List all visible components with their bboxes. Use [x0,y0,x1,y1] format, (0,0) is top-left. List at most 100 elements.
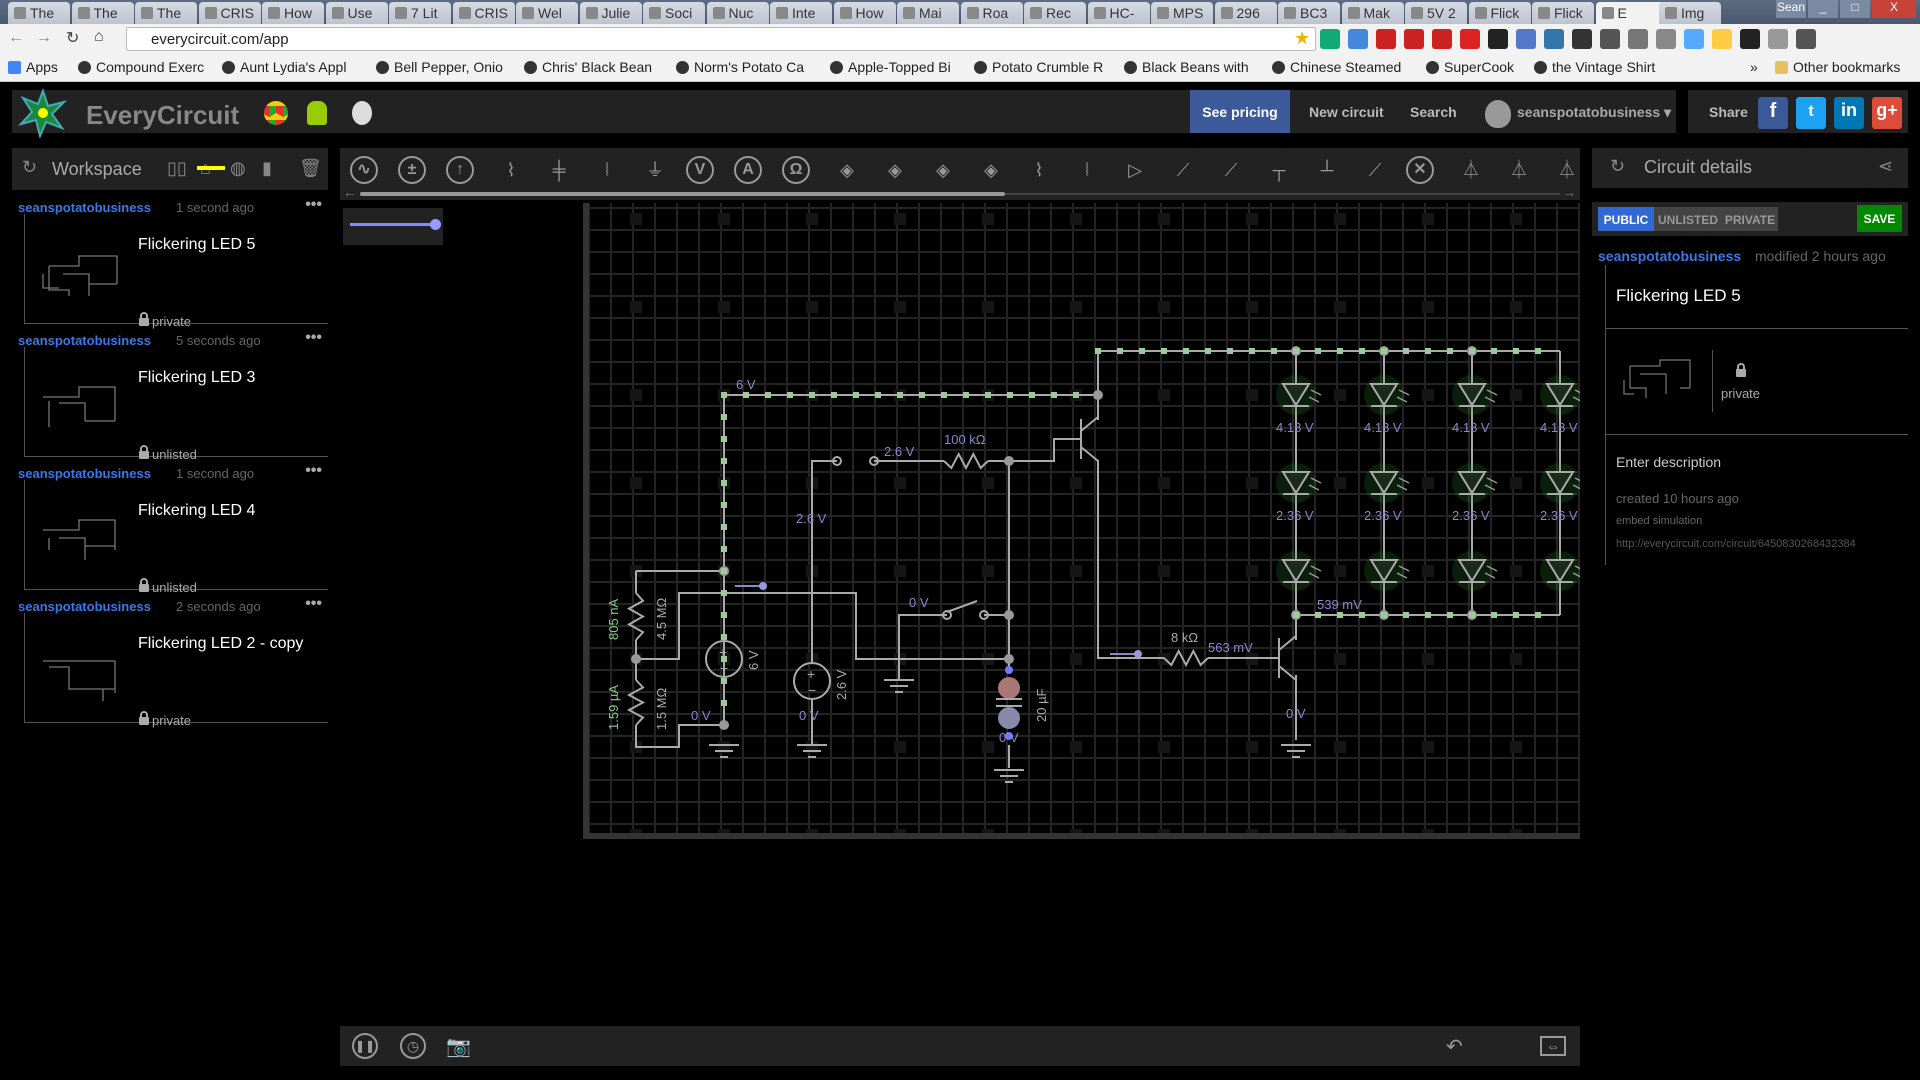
camera-icon[interactable]: 📷 [446,1034,471,1059]
browser-tab[interactable]: E [1595,2,1664,24]
bookmark-item[interactable]: Compound Exerc [78,59,204,75]
browser-tab[interactable]: The [8,2,70,24]
browser-tab[interactable]: Flick [1532,2,1594,24]
push-button-nc-icon[interactable]: ┴ [1310,153,1344,187]
address-bar[interactable]: everycircuit.com/app [126,27,1316,51]
resistor[interactable] [626,592,646,641]
item-owner-link[interactable]: seanspotatobusiness [18,333,151,348]
item-title[interactable]: Flickering LED 5 [138,236,255,254]
browser-tab[interactable]: How [833,2,896,24]
google-plus-icon[interactable]: g+ [1872,97,1902,129]
workspace-item[interactable]: seanspotatobusiness 2 seconds ago ••• Flick… [18,595,328,732]
probe[interactable] [735,582,767,590]
vccs-icon[interactable]: ◈ [878,153,912,187]
ground-symbol[interactable] [884,679,914,693]
minimize-button[interactable]: _ [1808,0,1838,18]
resistor-icon[interactable]: ⌇ [494,153,528,187]
undo-icon[interactable]: ↶ [1446,1034,1463,1059]
simulation-speed-slider[interactable] [343,208,443,245]
refresh-icon[interactable]: ↻ [1610,156,1625,177]
android-icon[interactable] [307,101,327,125]
browser-tab[interactable]: The [135,2,197,24]
lamp-icon[interactable]: ✕ [1406,156,1434,184]
profile-button[interactable]: Sean [1776,0,1806,18]
unlisted-button[interactable]: UNLISTED [1654,207,1722,231]
browser-tab[interactable]: 5V 2 [1405,2,1467,24]
everycircuit-logo[interactable] [18,88,68,138]
owner-link[interactable]: seanspotatobusiness [1598,248,1741,264]
transformer-icon[interactable]: ⦚ [1070,153,1104,187]
potentiometer-icon[interactable]: ⌇ [1022,153,1056,187]
node[interactable] [1004,456,1014,466]
trash-icon[interactable]: 🗑 [299,158,322,179]
extension-icon[interactable] [1572,29,1592,49]
pause-icon[interactable]: ❚❚ [352,1033,378,1059]
brand-name[interactable]: EveryCircuit [86,100,239,131]
close-window-button[interactable]: X [1872,0,1916,18]
bookmark-item[interactable]: Chinese Steamed [1272,59,1401,75]
extension-icon[interactable] [1740,29,1760,49]
fit-to-screen-icon[interactable]: ⇔ [1540,1036,1566,1056]
browser-tab[interactable]: CRIS [198,2,261,24]
item-owner-link[interactable]: seanspotatobusiness [18,599,151,614]
ccvs-icon[interactable]: ◈ [926,153,960,187]
bookmark-item[interactable]: Aunt Lydia's Appl [222,59,346,75]
node[interactable] [1004,610,1014,620]
share-icon[interactable]: ⋖ [1878,156,1893,177]
browser-tab[interactable]: Mai [897,2,959,24]
capacitor-icon[interactable]: ╪ [542,153,576,187]
led-icon[interactable]: ⏃ [1454,153,1488,187]
push-button-no-icon[interactable]: ┬ [1262,153,1296,187]
extension-icon[interactable] [1348,29,1368,49]
browser-tab[interactable]: Img [1659,2,1721,24]
apple-icon[interactable] [352,101,372,125]
bookmark-item[interactable]: Norm's Potato Ca [676,59,804,75]
bookmark-item[interactable]: Black Beans with [1124,59,1249,75]
extension-icon[interactable] [1600,29,1620,49]
linkedin-icon[interactable]: in [1834,97,1864,129]
bookmark-item[interactable]: Apple-Topped Bi [830,59,951,75]
scroll-left-icon[interactable]: ← [343,184,357,200]
led[interactable] [1540,375,1580,415]
item-card[interactable]: Flickering LED 3 unlisted [24,347,328,462]
see-pricing-button[interactable]: See pricing [1190,90,1290,133]
more-options-icon[interactable]: ••• [305,462,322,480]
switch-spdt-icon[interactable]: ⟋ [1166,153,1200,187]
bookmark-item[interactable]: SuperCook [1426,59,1514,75]
browser-tab[interactable]: The [71,2,134,24]
globe-icon[interactable]: ◍ [230,158,246,179]
voltage-source[interactable]: +− [793,662,831,700]
probe[interactable] [1110,650,1142,658]
item-title[interactable]: Flickering LED 4 [138,502,255,520]
more-options-icon[interactable]: ••• [305,329,322,347]
twitter-icon[interactable]: t [1796,97,1826,129]
more-options-icon[interactable]: ••• [305,595,322,613]
circuit-schematic[interactable]: +− +− 6 V2.6 V100 kΩ2.6 V0 V805 nA 4.5 MΩ1… [589,203,1580,839]
scroll-right-icon[interactable]: → [1562,184,1576,200]
ohmmeter-icon[interactable]: Ω [782,156,810,184]
relay-icon[interactable]: ⟋ [1358,153,1392,187]
resistor[interactable] [943,451,989,471]
save-button[interactable]: SAVE [1857,205,1902,232]
bookmarks-overflow[interactable]: » [1750,59,1758,75]
extension-icon[interactable] [1460,29,1480,49]
refresh-icon[interactable]: ↻ [22,157,37,178]
extension-icon[interactable] [1404,29,1424,49]
back-icon[interactable]: ← [8,29,24,47]
extension-icon[interactable] [1376,29,1396,49]
book-icon[interactable]: ▯▯ [167,158,187,179]
circuit-url-link[interactable]: http://everycircuit.com/circuit/64508302… [1616,538,1856,550]
item-title[interactable]: Flickering LED 2 - copy [138,635,303,653]
led[interactable] [1540,463,1580,503]
browser-tab[interactable]: 7 Lit [389,2,451,24]
extension-icon[interactable] [1684,29,1704,49]
chrome-icon[interactable] [264,101,288,125]
slider-track[interactable] [350,223,435,226]
browser-tab[interactable]: 296 [1214,2,1277,24]
other-bookmarks[interactable]: Other bookmarks [1775,59,1900,75]
description-field[interactable]: Enter description [1616,454,1721,470]
browser-tab[interactable]: CRIS [452,2,515,24]
extension-icon[interactable] [1796,29,1816,49]
ammeter-icon[interactable]: A [734,156,762,184]
extension-icon[interactable] [1488,29,1508,49]
